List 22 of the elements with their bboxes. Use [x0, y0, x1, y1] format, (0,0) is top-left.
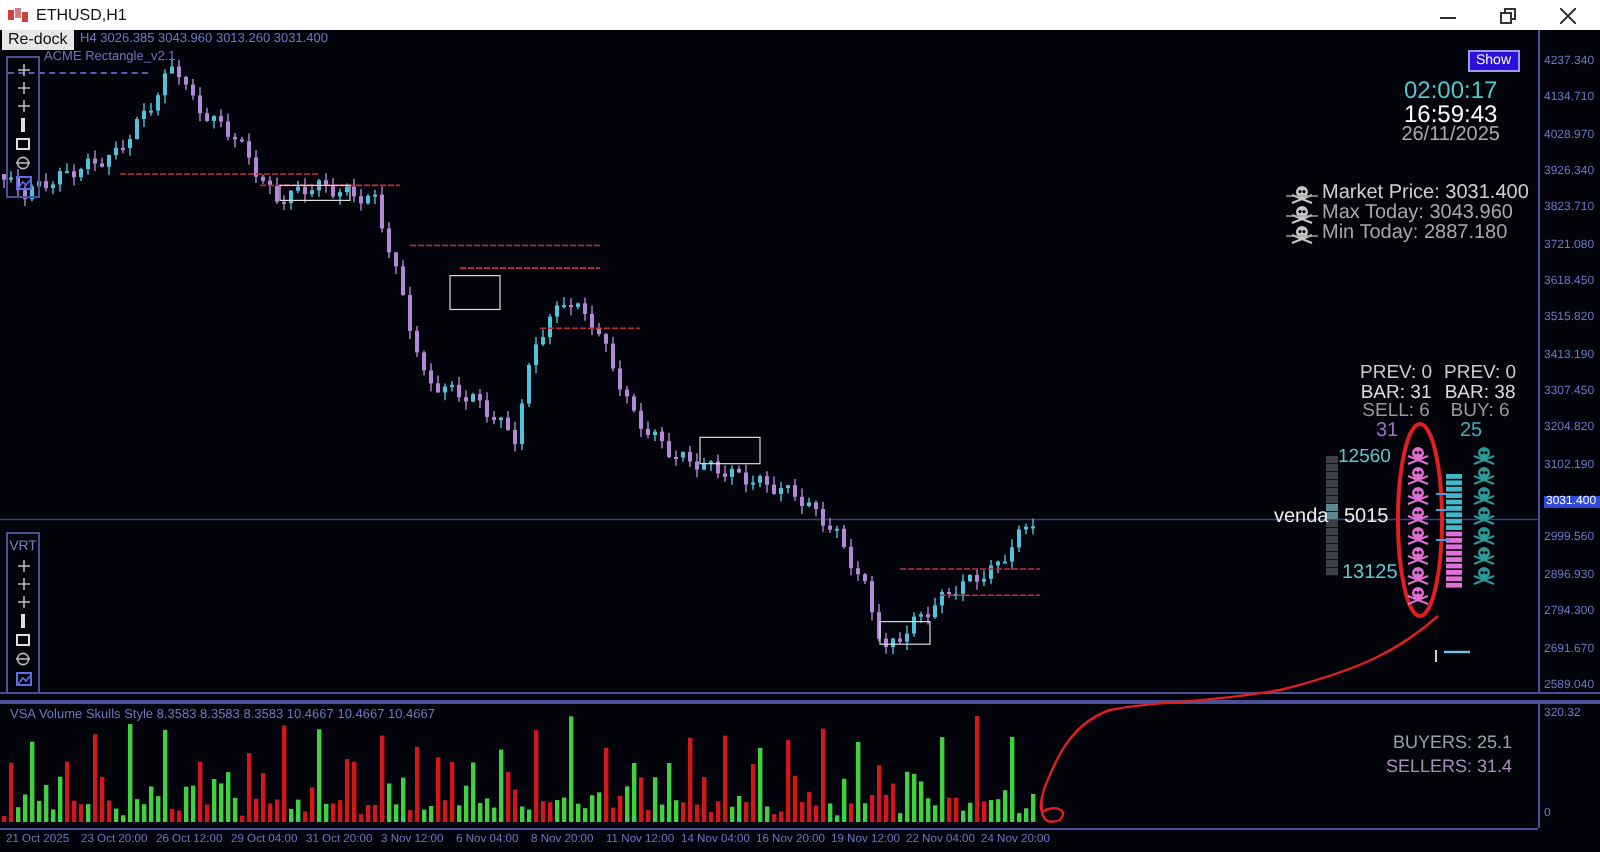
clock-date: 26/11/2025	[1401, 126, 1500, 146]
clock-time: 16:59:43	[1403, 102, 1498, 126]
countdown-timer: 02:00:17	[1403, 78, 1498, 102]
count-label: 25	[1460, 422, 1483, 442]
profile-value: 5015	[1344, 508, 1389, 528]
sellers-label: SELLERS: 31.4	[1385, 758, 1512, 776]
profile-label: venda	[1274, 508, 1329, 528]
market-info-text: Min Today: 2887.180	[1322, 224, 1508, 244]
redock-button[interactable]: Re-dock	[2, 30, 74, 50]
buyers-label: BUYERS: 25.1	[1392, 734, 1512, 752]
prev-label: PREV: 0	[1360, 364, 1433, 383]
profile-value: 12560	[1338, 448, 1391, 467]
profile-value: 13125	[1342, 564, 1398, 584]
bar-label: BAR: 31	[1360, 383, 1432, 402]
window-title: ETHUSD,H1	[36, 6, 127, 24]
market-info-text: Max Today: 3043.960	[1322, 204, 1513, 224]
count-label: 31	[1376, 422, 1399, 442]
market-info-text: Market Price: 3031.400	[1322, 184, 1529, 204]
signal-count: SELL: 6	[1362, 402, 1430, 421]
prev-label: PREV: 0	[1444, 364, 1517, 383]
signal-count: BUY: 6	[1450, 402, 1510, 421]
bar-label: BAR: 38	[1444, 383, 1516, 402]
